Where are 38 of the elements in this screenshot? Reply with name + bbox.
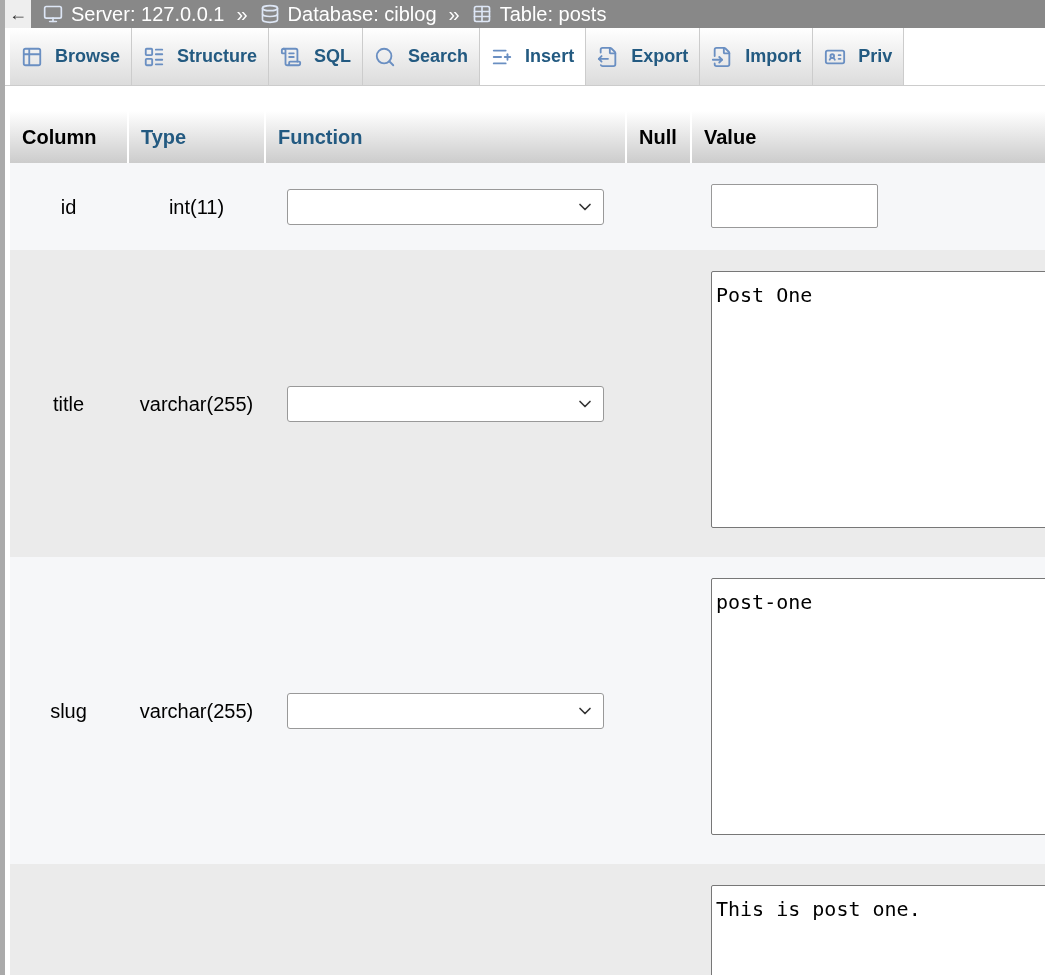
structure-icon <box>143 45 166 68</box>
table-icon <box>471 4 492 24</box>
column-type: varchar(255) <box>139 698 254 724</box>
server-icon <box>43 4 63 24</box>
column-name: title <box>52 391 85 417</box>
function-dropdown[interactable] <box>287 385 604 422</box>
breadcrumb-link[interactable]: Server: 127.0.0.1 <box>43 0 225 29</box>
value-textarea[interactable]: post-one <box>711 578 1045 835</box>
browse-icon <box>21 45 43 68</box>
sql-icon <box>280 45 303 68</box>
tab[interactable]: Browse <box>10 28 133 85</box>
database-icon <box>259 4 280 24</box>
tab[interactable]: SQL <box>269 28 364 85</box>
column-type: int(11) <box>168 194 225 220</box>
value-field[interactable] <box>711 184 878 228</box>
breadcrumb-separator: » <box>448 2 460 27</box>
back-button[interactable]: ← <box>5 0 31 28</box>
tab[interactable]: Search <box>363 28 481 85</box>
function-dropdown[interactable] <box>287 188 604 225</box>
tab[interactable]: Structure <box>132 28 270 85</box>
column-name: slug <box>50 698 87 724</box>
column-header[interactable]: Type <box>129 111 264 163</box>
value-textarea[interactable]: This is post one. <box>711 885 1045 975</box>
column-header: Column <box>10 111 127 163</box>
breadcrumb-link[interactable]: Table: posts <box>471 0 607 29</box>
tab[interactable]: Export <box>586 28 701 85</box>
column-header[interactable]: Function <box>266 111 625 163</box>
function-dropdown[interactable] <box>287 692 604 729</box>
column-header: Value <box>692 111 1045 163</box>
value-textarea[interactable]: Post One <box>711 271 1045 528</box>
column-header: Null <box>627 111 690 163</box>
breadcrumb-link[interactable]: Database: ciblog <box>259 0 437 29</box>
column-name: id <box>60 194 77 220</box>
tab[interactable]: Priv <box>813 28 905 85</box>
search-icon <box>374 45 397 68</box>
breadcrumb-separator: » <box>236 2 248 27</box>
column-type: varchar(255) <box>139 391 254 417</box>
tab[interactable]: Import <box>700 28 814 85</box>
